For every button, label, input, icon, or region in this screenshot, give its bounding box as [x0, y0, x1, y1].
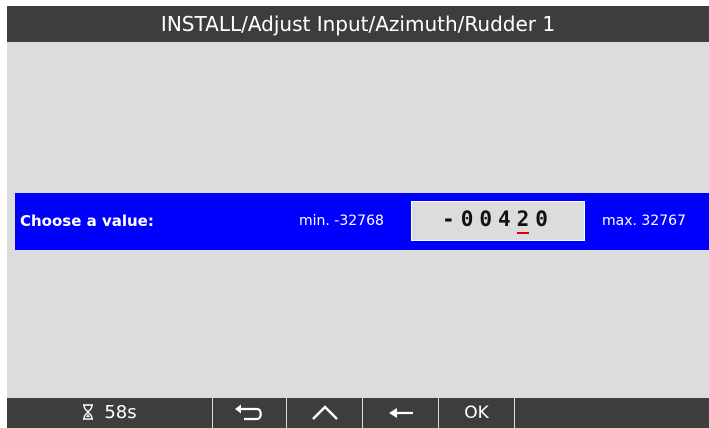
hourglass-icon [83, 404, 94, 420]
cursor-underline [516, 232, 530, 234]
up-button[interactable] [287, 398, 363, 428]
ok-button[interactable]: OK [439, 398, 515, 428]
page-title: INSTALL/Adjust Input/Azimuth/Rudder 1 [160, 12, 556, 36]
value-digits-after-cursor: 0 [535, 207, 554, 231]
value-digits-before-cursor: 004 [460, 207, 517, 231]
prompt-label: Choose a value: [20, 212, 154, 230]
cursor-digit-value: 2 [516, 207, 536, 231]
timer-softkey: 58s [7, 398, 213, 428]
return-arrow-icon [234, 404, 262, 421]
title-bar: INSTALL/Adjust Input/Azimuth/Rudder 1 [7, 6, 709, 42]
min-value-label: min. -32768 [299, 213, 384, 229]
value-input[interactable]: -0042 0 [411, 201, 585, 241]
value-entry-row: Choose a value: min. -32768 -0042 0 max. … [15, 193, 709, 250]
page: INSTALL/Adjust Input/Azimuth/Rudder 1 Ch… [0, 0, 709, 428]
empty-softkey [515, 398, 709, 428]
device-screen: INSTALL/Adjust Input/Azimuth/Rudder 1 Ch… [7, 6, 709, 428]
left-button[interactable] [363, 398, 439, 428]
value-sign: - [442, 207, 461, 231]
max-value-label: max. 32767 [602, 213, 686, 229]
ok-label: OK [464, 403, 489, 423]
back-button[interactable] [213, 398, 287, 428]
left-arrow-icon [388, 408, 413, 418]
caret-up-icon [311, 405, 338, 420]
softkey-bar: 58s OK [7, 398, 709, 428]
cursor-digit[interactable]: 2 [516, 202, 536, 236]
timer-label: 58s [104, 402, 137, 423]
